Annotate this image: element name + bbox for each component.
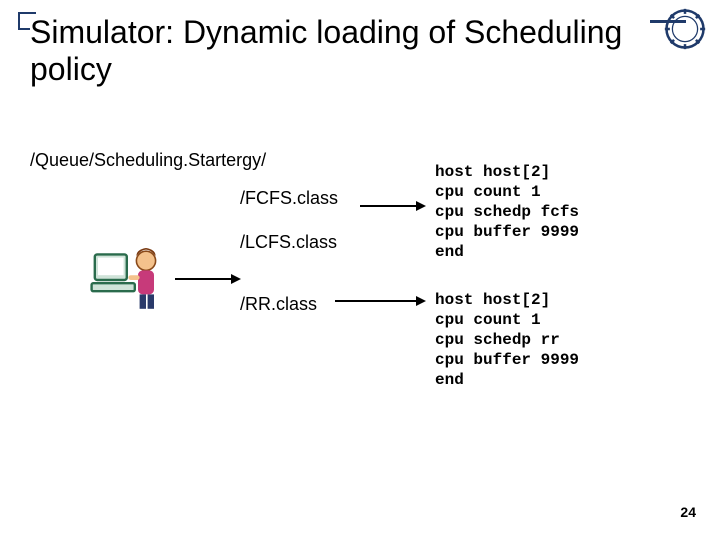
slide-number: 24 [680,504,696,520]
user-at-computer-clipart [90,240,170,320]
class-file-rr: /RR.class [240,286,338,322]
slide-title: Simulator: Dynamic loading of Scheduling… [30,14,650,88]
arrow-clipart-to-classlist [175,278,233,280]
class-file-fcfs: /FCFS.class [240,180,338,216]
config-code-fcfs: host host[2] cpu count 1 cpu schedp fcfs… [435,162,579,262]
config-code-rr: host host[2] cpu count 1 cpu schedp rr c… [435,290,579,390]
institute-logo [664,8,706,50]
slide-body: /Queue/Scheduling.Startergy/ /FCFS.class… [30,150,700,171]
class-file-lcfs: /LCFS.class [240,224,338,260]
folder-path: /Queue/Scheduling.Startergy/ [30,150,700,171]
class-file-list: /FCFS.class /LCFS.class /RR.class [240,180,338,330]
arrow-classlist-to-fcfs-config [360,205,418,207]
arrow-rr-to-rr-config [335,300,418,302]
